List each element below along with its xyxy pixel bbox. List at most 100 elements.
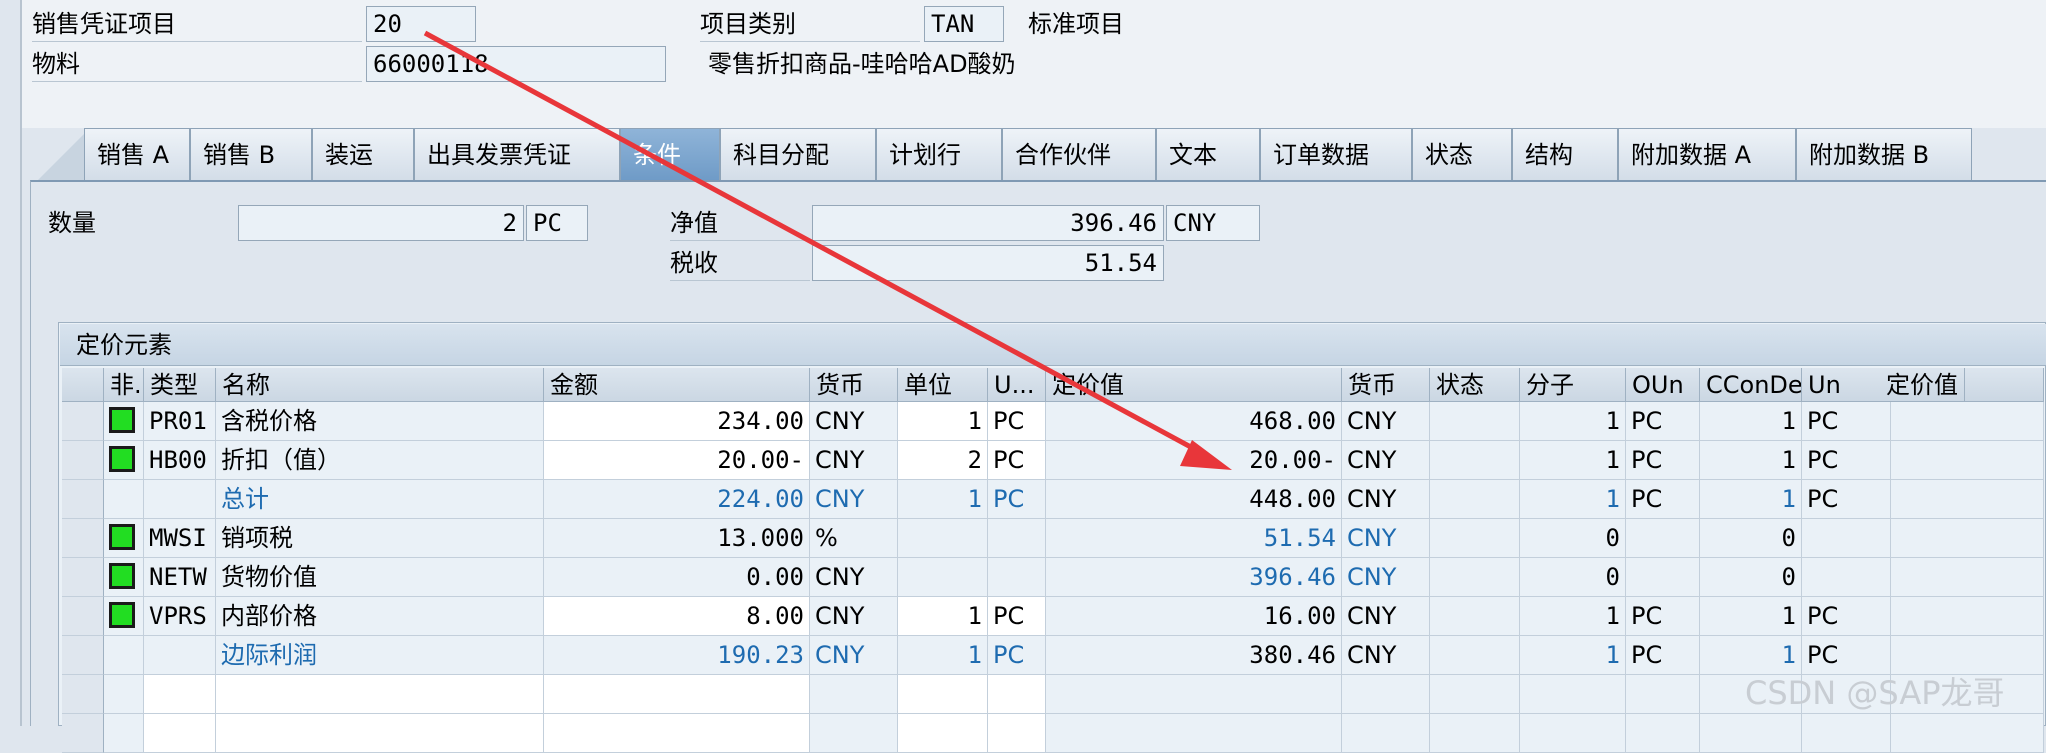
tab-5[interactable]: 科目分配: [720, 128, 876, 180]
cell-ccon: [1700, 714, 1802, 753]
row-selector[interactable]: [62, 441, 104, 480]
column-header-3[interactable]: 金额: [544, 368, 810, 402]
column-header-8[interactable]: 货币: [1342, 368, 1430, 402]
cell-num: 0: [1520, 558, 1626, 597]
cell-extra: [1880, 441, 1891, 480]
column-header-5[interactable]: 单位: [898, 368, 988, 402]
cell-status: [104, 558, 144, 597]
cell-oun: PC: [1626, 480, 1700, 519]
column-header-0[interactable]: 非.: [104, 368, 144, 402]
tab-10[interactable]: 状态: [1412, 128, 1512, 180]
cell-amount: 13.000: [544, 519, 810, 558]
cell-amount[interactable]: 234.00: [544, 402, 810, 441]
cell-per: [898, 675, 988, 714]
tab-9[interactable]: 订单数据: [1260, 128, 1412, 180]
cell-status: [104, 675, 144, 714]
row-selector[interactable]: [62, 402, 104, 441]
row-selector[interactable]: [62, 519, 104, 558]
cell-uom: [988, 558, 1046, 597]
cell-uom[interactable]: PC: [988, 402, 1046, 441]
column-header-7[interactable]: 定价值: [1046, 368, 1342, 402]
tab-7[interactable]: 合作伙伴: [1002, 128, 1156, 180]
cell-vcurr: CNY: [1342, 597, 1430, 636]
column-header-4[interactable]: 货币: [810, 368, 898, 402]
column-header-12[interactable]: CConDe: [1700, 368, 1802, 402]
column-header-14[interactable]: 定价值: [1880, 368, 1965, 402]
cell-state: [1430, 675, 1520, 714]
tax-field[interactable]: 51.54: [812, 245, 1164, 281]
item-category-field[interactable]: TAN: [924, 6, 1004, 42]
cell-num: [1520, 675, 1626, 714]
cell-status: [104, 441, 144, 480]
tab-4[interactable]: 条件: [620, 128, 720, 180]
cell-type: [144, 714, 216, 753]
cell-state: [1430, 636, 1520, 675]
net-value-label: 净值: [670, 205, 810, 241]
cell-per: [898, 714, 988, 753]
column-header-6[interactable]: U...: [988, 368, 1046, 402]
cell-vcurr: CNY: [1342, 519, 1430, 558]
row-selector[interactable]: [62, 480, 104, 519]
tab-6[interactable]: 计划行: [876, 128, 1002, 180]
cell-value: 380.46: [1046, 636, 1342, 675]
tab-1[interactable]: 销售 B: [190, 128, 312, 180]
cell-status: [104, 480, 144, 519]
cell-name: [216, 714, 544, 753]
item-field[interactable]: 20: [366, 6, 476, 42]
row-selector[interactable]: [62, 636, 104, 675]
cell-per: [898, 519, 988, 558]
cell-curr: [810, 714, 898, 753]
status-green-icon: [109, 524, 135, 550]
select-all-header[interactable]: [62, 368, 104, 402]
quantity-label: 数量: [48, 209, 96, 237]
row-selector[interactable]: [62, 675, 104, 714]
status-green-icon: [109, 563, 135, 589]
cell-un: [1802, 519, 2044, 558]
column-header-2[interactable]: 名称: [216, 368, 544, 402]
column-header-1[interactable]: 类型: [144, 368, 216, 402]
cell-extra: [1880, 519, 1891, 558]
cell-per[interactable]: 1: [898, 597, 988, 636]
quantity-field[interactable]: 2: [238, 205, 524, 241]
cell-curr: CNY: [810, 558, 898, 597]
cell-uom[interactable]: PC: [988, 597, 1046, 636]
cell-value: [1046, 714, 1342, 753]
row-selector[interactable]: [62, 714, 104, 753]
tab-12[interactable]: 附加数据 A: [1618, 128, 1796, 180]
status-green-icon: [109, 602, 135, 628]
row-selector[interactable]: [62, 558, 104, 597]
cell-extra: [1880, 558, 1891, 597]
column-header-10[interactable]: 分子: [1520, 368, 1626, 402]
tab-2[interactable]: 装运: [312, 128, 414, 180]
cell-un: PC: [1802, 441, 2044, 480]
net-value-field[interactable]: 396.46: [812, 205, 1164, 241]
cell-name: 内部价格: [216, 597, 544, 636]
cell-amount: 190.23: [544, 636, 810, 675]
cell-uom: [988, 675, 1046, 714]
cell-per[interactable]: 1: [898, 402, 988, 441]
cell-per[interactable]: 2: [898, 441, 988, 480]
cell-oun: [1626, 519, 1700, 558]
cell-status: [104, 597, 144, 636]
cell-num: 1: [1520, 480, 1626, 519]
cell-uom[interactable]: PC: [988, 441, 1046, 480]
cell-amount[interactable]: 20.00-: [544, 441, 810, 480]
cell-num: 1: [1520, 402, 1626, 441]
row-selector[interactable]: [62, 597, 104, 636]
cell-extra: [1880, 714, 1891, 753]
tab-11[interactable]: 结构: [1512, 128, 1618, 180]
tab-13[interactable]: 附加数据 B: [1796, 128, 1972, 180]
cell-num: 1: [1520, 597, 1626, 636]
tab-8[interactable]: 文本: [1156, 128, 1260, 180]
column-header-11[interactable]: OUn: [1626, 368, 1700, 402]
cell-name: 含税价格: [216, 402, 544, 441]
material-field[interactable]: 66000118: [366, 46, 666, 82]
quantity-unit-field[interactable]: PC: [526, 205, 588, 241]
cell-per: [898, 558, 988, 597]
column-header-9[interactable]: 状态: [1430, 368, 1520, 402]
tab-0[interactable]: 销售 A: [84, 128, 190, 180]
net-currency-field[interactable]: CNY: [1166, 205, 1260, 241]
cell-amount[interactable]: 8.00: [544, 597, 810, 636]
cell-amount: [544, 675, 810, 714]
tab-3[interactable]: 出具发票凭证: [414, 128, 620, 180]
